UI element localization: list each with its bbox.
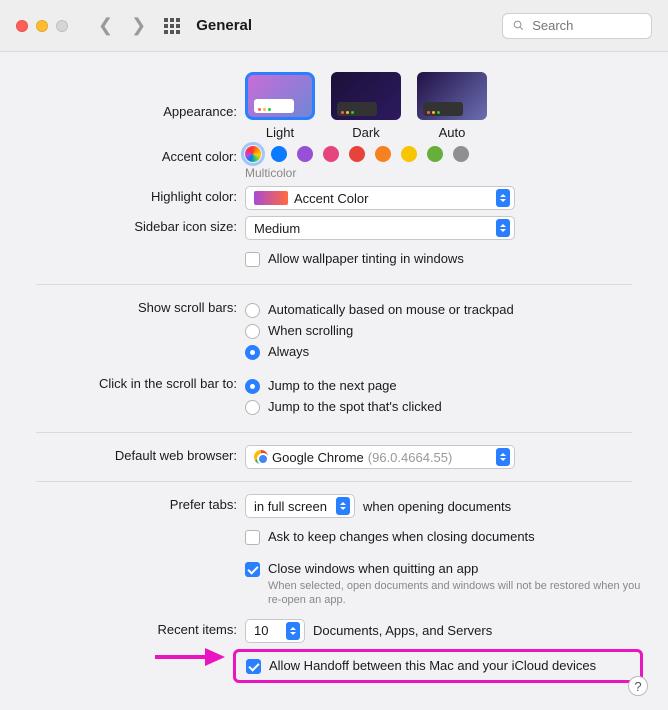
zoom-icon [56, 20, 68, 32]
accent-colors [245, 146, 648, 162]
scrollbars-always-radio[interactable] [245, 345, 260, 360]
highlight-label: Highlight color: [20, 186, 245, 204]
window-controls [16, 20, 68, 32]
divider [36, 432, 632, 433]
scrollclick-next-label: Jump to the next page [268, 378, 397, 393]
accent-pink[interactable] [323, 146, 339, 162]
annotation-highlight: Allow Handoff between this Mac and your … [233, 649, 643, 683]
recent-label: Recent items: [20, 619, 245, 637]
divider [36, 284, 632, 285]
recent-select[interactable]: 10 [245, 619, 305, 643]
ask-keep-checkbox[interactable] [245, 530, 260, 545]
scrollbars-scrolling-radio[interactable] [245, 324, 260, 339]
scrollbars-label: Show scroll bars: [20, 297, 245, 315]
close-windows-checkbox[interactable] [245, 562, 260, 577]
accent-purple[interactable] [297, 146, 313, 162]
appearance-dark-label: Dark [352, 125, 379, 140]
search-field[interactable] [530, 17, 641, 34]
close-windows-label: Close windows when quitting an app [268, 561, 478, 576]
appearance-dark[interactable]: Dark [331, 72, 401, 140]
recent-suffix: Documents, Apps, and Servers [313, 623, 492, 638]
accent-graphite[interactable] [453, 146, 469, 162]
handoff-checkbox[interactable] [246, 659, 261, 674]
forward-icon: ❯ [131, 15, 146, 36]
accent-caption: Multicolor [245, 166, 648, 180]
accent-multicolor[interactable] [245, 146, 261, 162]
highlight-select[interactable]: Accent Color [245, 186, 515, 210]
appearance-auto[interactable]: Auto [417, 72, 487, 140]
page-title: General [196, 17, 252, 34]
show-all-icon[interactable] [164, 18, 180, 34]
sidebar-size-value: Medium [254, 221, 300, 236]
sidebar-size-select[interactable]: Medium [245, 216, 515, 240]
scrollclick-spot-label: Jump to the spot that's clicked [268, 399, 442, 414]
stepper-icon [286, 622, 300, 640]
accent-yellow[interactable] [401, 146, 417, 162]
ask-keep-label: Ask to keep changes when closing documen… [268, 529, 535, 544]
scrollbars-scrolling-label: When scrolling [268, 323, 353, 338]
browser-select[interactable]: Google Chrome (96.0.4664.55) [245, 445, 515, 469]
highlight-value: Accent Color [294, 191, 368, 206]
minimize-icon[interactable] [36, 20, 48, 32]
sidebar-size-label: Sidebar icon size: [20, 216, 245, 234]
tabs-suffix: when opening documents [363, 499, 511, 514]
appearance-label: Appearance: [20, 72, 245, 119]
scrollbars-always-label: Always [268, 344, 309, 359]
help-button[interactable]: ? [628, 676, 648, 696]
browser-name: Google Chrome [272, 450, 364, 465]
stepper-icon [496, 448, 510, 466]
search-icon [513, 19, 524, 32]
appearance-light-label: Light [266, 125, 294, 140]
stepper-icon [496, 219, 510, 237]
browser-version: (96.0.4664.55) [368, 450, 453, 465]
tabs-label: Prefer tabs: [20, 494, 245, 512]
scrollclick-label: Click in the scroll bar to: [20, 373, 245, 391]
wallpaper-tint-checkbox[interactable] [245, 252, 260, 267]
annotation-arrow-icon [155, 640, 225, 673]
wallpaper-tint-label: Allow wallpaper tinting in windows [268, 251, 464, 266]
close-icon[interactable] [16, 20, 28, 32]
back-icon[interactable]: ❮ [98, 15, 113, 36]
close-windows-hint: When selected, open documents and window… [268, 579, 648, 608]
stepper-icon [496, 189, 510, 207]
tabs-value: in full screen [254, 499, 327, 514]
divider [36, 481, 632, 482]
search-input[interactable] [502, 13, 652, 39]
accent-green[interactable] [427, 146, 443, 162]
nav-controls: ❮ ❯ [98, 15, 180, 36]
titlebar: ❮ ❯ General [0, 0, 668, 52]
appearance-light[interactable]: Light [245, 72, 315, 140]
highlight-swatch-icon [254, 191, 288, 205]
handoff-label: Allow Handoff between this Mac and your … [269, 658, 596, 673]
tabs-select[interactable]: in full screen [245, 494, 355, 518]
browser-label: Default web browser: [20, 445, 245, 463]
scrollclick-next-radio[interactable] [245, 379, 260, 394]
scrollbars-auto-label: Automatically based on mouse or trackpad [268, 302, 514, 317]
accent-blue[interactable] [271, 146, 287, 162]
accent-label: Accent color: [20, 146, 245, 164]
accent-orange[interactable] [375, 146, 391, 162]
accent-red[interactable] [349, 146, 365, 162]
stepper-icon [336, 497, 350, 515]
appearance-auto-label: Auto [439, 125, 466, 140]
recent-value: 10 [254, 623, 268, 638]
scrollclick-spot-radio[interactable] [245, 400, 260, 415]
chrome-icon [254, 450, 268, 464]
scrollbars-auto-radio[interactable] [245, 303, 260, 318]
